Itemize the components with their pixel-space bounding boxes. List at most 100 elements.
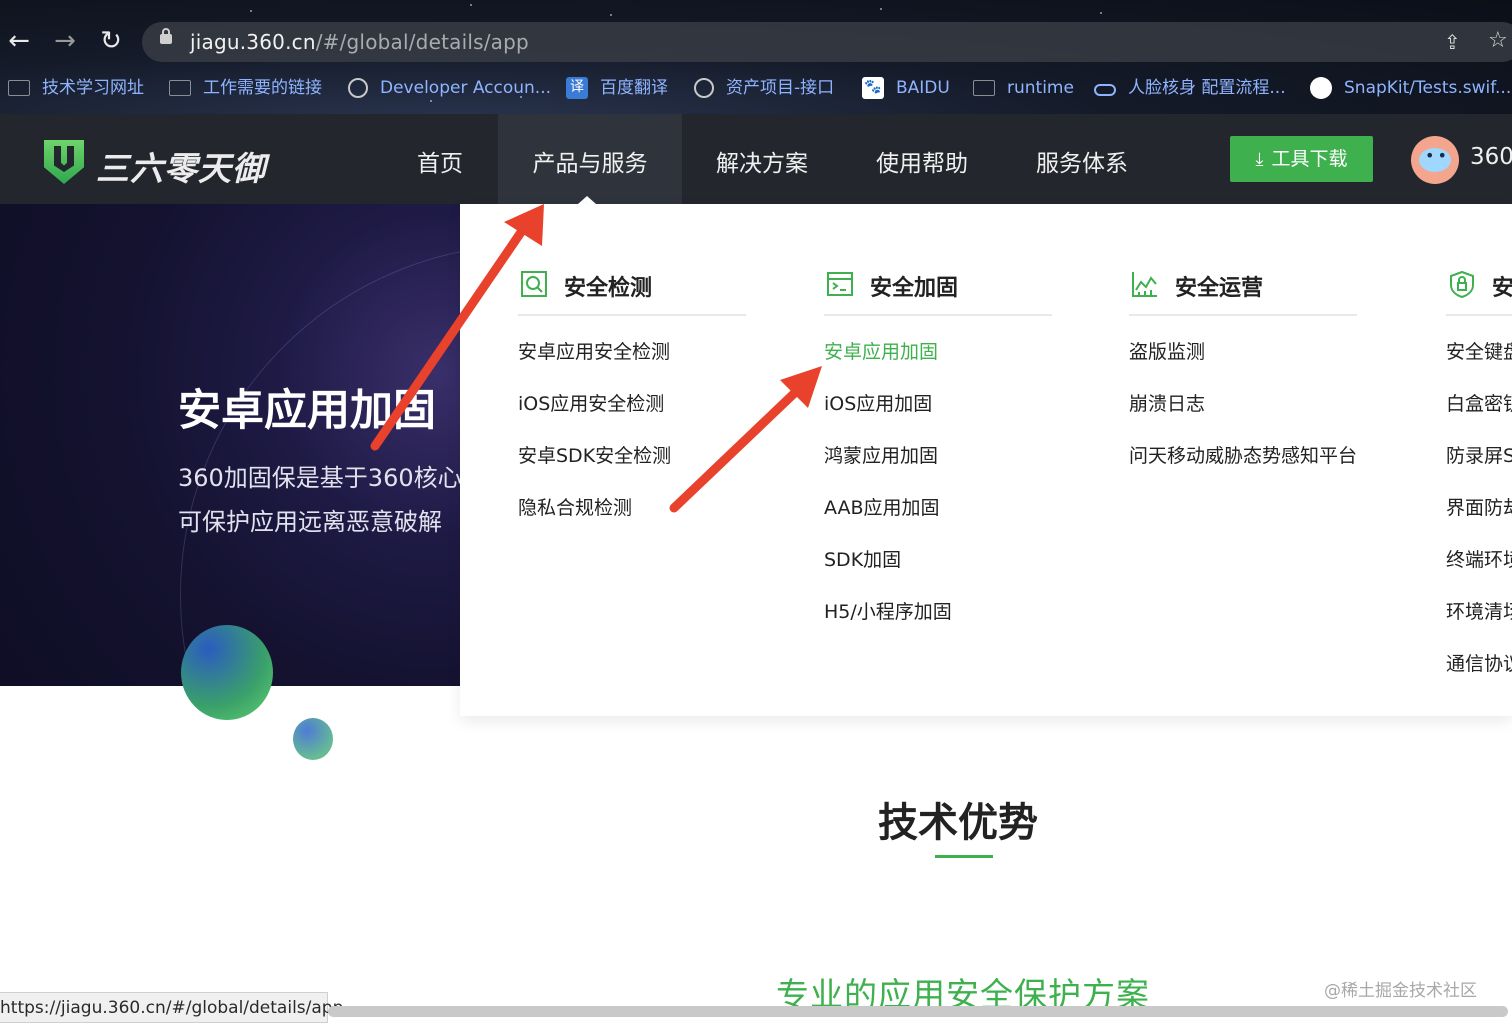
menu-item[interactable]: iOS应用安全检测 bbox=[518, 378, 746, 430]
horizontal-scrollbar[interactable] bbox=[328, 1006, 1508, 1017]
reload-button[interactable]: ↻ bbox=[96, 26, 126, 56]
hero-desc-line: 可保护应用远离恶意破解 bbox=[178, 508, 442, 536]
menu-item[interactable]: AAB应用加固 bbox=[824, 482, 1052, 534]
bookmark-label: SnapKit/Tests.swif... bbox=[1344, 78, 1512, 98]
globe-icon bbox=[348, 78, 368, 98]
bookmark-item[interactable]: Developer Accoun... bbox=[348, 70, 551, 106]
bookmark-label: 人脸核身 配置流程... bbox=[1128, 78, 1286, 98]
bookmark-label: 技术学习网址 bbox=[42, 78, 144, 98]
avatar[interactable] bbox=[1411, 136, 1459, 184]
background-star bbox=[1100, 12, 1102, 14]
folder-icon bbox=[169, 80, 191, 96]
menu-column-header: 安全加固 bbox=[824, 266, 1052, 316]
logo-shield-icon[interactable] bbox=[44, 140, 84, 184]
terminal-icon bbox=[827, 272, 853, 296]
menu-column-header: 安全检测 bbox=[518, 266, 746, 316]
bookmark-item[interactable]: 资产项目-接口 bbox=[694, 70, 834, 106]
hero-title: 安卓应用加固 bbox=[178, 386, 436, 436]
menu-item[interactable]: 白盒密钥 bbox=[1446, 378, 1512, 430]
folder-icon bbox=[8, 80, 30, 96]
bookmark-item[interactable]: runtime bbox=[973, 70, 1074, 106]
menu-column-components: 安 安全键盘 白盒密钥 防录屏S 界面防劫 终端环境 环境清场 通信协议 bbox=[1446, 266, 1512, 690]
nav-home[interactable]: 首页 bbox=[400, 114, 480, 204]
search-doc-icon bbox=[521, 271, 547, 297]
menu-item[interactable]: 安卓应用安全检测 bbox=[518, 326, 746, 378]
bookmark-item[interactable]: 技术学习网址 bbox=[8, 70, 144, 106]
bookmark-item[interactable]: 译百度翻译 bbox=[566, 70, 668, 106]
watermark: @稀土掘金技术社区 bbox=[1324, 981, 1477, 1001]
menu-item[interactable]: H5/小程序加固 bbox=[824, 586, 1052, 638]
bookmark-label: runtime bbox=[1007, 78, 1074, 98]
menu-item[interactable]: 防录屏S bbox=[1446, 430, 1512, 482]
nav-solutions[interactable]: 解决方案 bbox=[700, 114, 824, 204]
menu-item[interactable]: 终端环境 bbox=[1446, 534, 1512, 586]
download-icon: ⤓ bbox=[1255, 149, 1264, 170]
back-button[interactable]: ← bbox=[4, 26, 34, 56]
github-icon bbox=[1310, 77, 1332, 99]
chart-icon bbox=[1132, 272, 1157, 297]
bookmark-item[interactable]: SnapKit/Tests.swif... bbox=[1310, 70, 1511, 106]
menu-item[interactable]: SDK加固 bbox=[824, 534, 1052, 586]
nav-services[interactable]: 服务体系 bbox=[1020, 114, 1144, 204]
background-star bbox=[880, 8, 882, 10]
download-label: 工具下载 bbox=[1271, 148, 1348, 170]
cloud-icon bbox=[1094, 83, 1116, 96]
menu-item-active[interactable]: 安卓应用加固 bbox=[824, 326, 1052, 378]
translate-icon: 译 bbox=[566, 77, 588, 99]
menu-item[interactable]: 通信协议 bbox=[1446, 638, 1512, 690]
decorative-sphere-small bbox=[293, 718, 333, 760]
background-star bbox=[610, 14, 612, 16]
bookmark-label: 工作需要的链接 bbox=[203, 78, 322, 98]
menu-item[interactable]: 盗版监测 bbox=[1129, 326, 1357, 378]
bookmark-star-icon[interactable]: ☆ bbox=[1488, 28, 1508, 53]
forward-icon: → bbox=[54, 26, 76, 56]
hero-desc-line: 360加固保是基于360核心 bbox=[178, 464, 460, 492]
url-path: /#/global/details/app bbox=[315, 30, 529, 54]
forward-button[interactable]: → bbox=[50, 26, 80, 56]
bookmark-item[interactable]: BAIDU bbox=[862, 69, 950, 106]
reload-icon: ↻ bbox=[100, 26, 122, 56]
bookmark-label: 百度翻译 bbox=[600, 78, 668, 98]
bookmark-item[interactable]: 工作需要的链接 bbox=[169, 70, 322, 106]
logo-text[interactable]: 三六零天御 bbox=[96, 142, 266, 190]
background-star bbox=[250, 10, 252, 12]
menu-item[interactable]: 崩溃日志 bbox=[1129, 378, 1357, 430]
bookmark-item[interactable]: 人脸核身 配置流程... bbox=[1094, 70, 1286, 106]
menu-item[interactable]: 界面防劫 bbox=[1446, 482, 1512, 534]
hero-description: 360加固保是基于360核心 可保护应用远离恶意破解 bbox=[178, 456, 460, 544]
menu-column-title: 安全检测 bbox=[564, 276, 653, 301]
dropdown-caret-icon bbox=[578, 196, 596, 204]
nav-help[interactable]: 使用帮助 bbox=[860, 114, 984, 204]
menu-item[interactable]: 安全键盘 bbox=[1446, 326, 1512, 378]
bookmark-label: 资产项目-接口 bbox=[726, 78, 835, 98]
menu-column-title: 安全运营 bbox=[1175, 276, 1264, 301]
menu-column-title: 安 bbox=[1492, 276, 1512, 301]
lock-icon bbox=[160, 28, 172, 44]
menu-item[interactable]: 隐私合规检测 bbox=[518, 482, 746, 534]
menu-item[interactable]: iOS应用加固 bbox=[824, 378, 1052, 430]
share-icon[interactable]: ⇪ bbox=[1444, 30, 1466, 54]
site-header: 三六零天御 首页 产品与服务 解决方案 使用帮助 服务体系 ⤓ 工具下载 360 bbox=[0, 114, 1512, 204]
download-tool-button[interactable]: ⤓ 工具下载 bbox=[1230, 136, 1373, 182]
address-bar[interactable]: jiagu.360.cn/#/global/details/app ⇪ ☆ bbox=[142, 22, 1512, 62]
menu-column-detection: 安全检测 安卓应用安全检测 iOS应用安全检测 安卓SDK安全检测 隐私合规检测 bbox=[518, 266, 746, 534]
bookmark-label: BAIDU bbox=[896, 78, 950, 98]
baidu-icon bbox=[862, 69, 884, 105]
decorative-sphere bbox=[181, 625, 273, 720]
background-star bbox=[470, 4, 472, 6]
hero-banner: 安卓应用加固 360加固保是基于360核心 可保护应用远离恶意破解 bbox=[0, 204, 460, 686]
menu-item[interactable]: 安卓SDK安全检测 bbox=[518, 430, 746, 482]
url-text[interactable]: jiagu.360.cn/#/global/details/app bbox=[190, 30, 529, 54]
folder-icon bbox=[973, 80, 995, 96]
menu-item[interactable]: 鸿蒙应用加固 bbox=[824, 430, 1052, 482]
user-name[interactable]: 360 bbox=[1470, 144, 1512, 170]
menu-column-header: 安全运营 bbox=[1129, 266, 1357, 316]
status-bar-url: https://jiagu.360.cn/#/global/details/ap… bbox=[0, 992, 343, 1023]
shield-lock-icon bbox=[1450, 270, 1474, 298]
nav-products[interactable]: 产品与服务 bbox=[498, 114, 682, 204]
bookmarks-bar: 技术学习网址 工作需要的链接 Developer Accoun... 译百度翻译… bbox=[0, 69, 1512, 106]
menu-column-title: 安全加固 bbox=[870, 276, 959, 301]
menu-column-hardening: 安全加固 安卓应用加固 iOS应用加固 鸿蒙应用加固 AAB应用加固 SDK加固… bbox=[824, 266, 1052, 638]
menu-item[interactable]: 环境清场 bbox=[1446, 586, 1512, 638]
menu-item[interactable]: 问天移动威胁态势感知平台 bbox=[1129, 430, 1357, 482]
